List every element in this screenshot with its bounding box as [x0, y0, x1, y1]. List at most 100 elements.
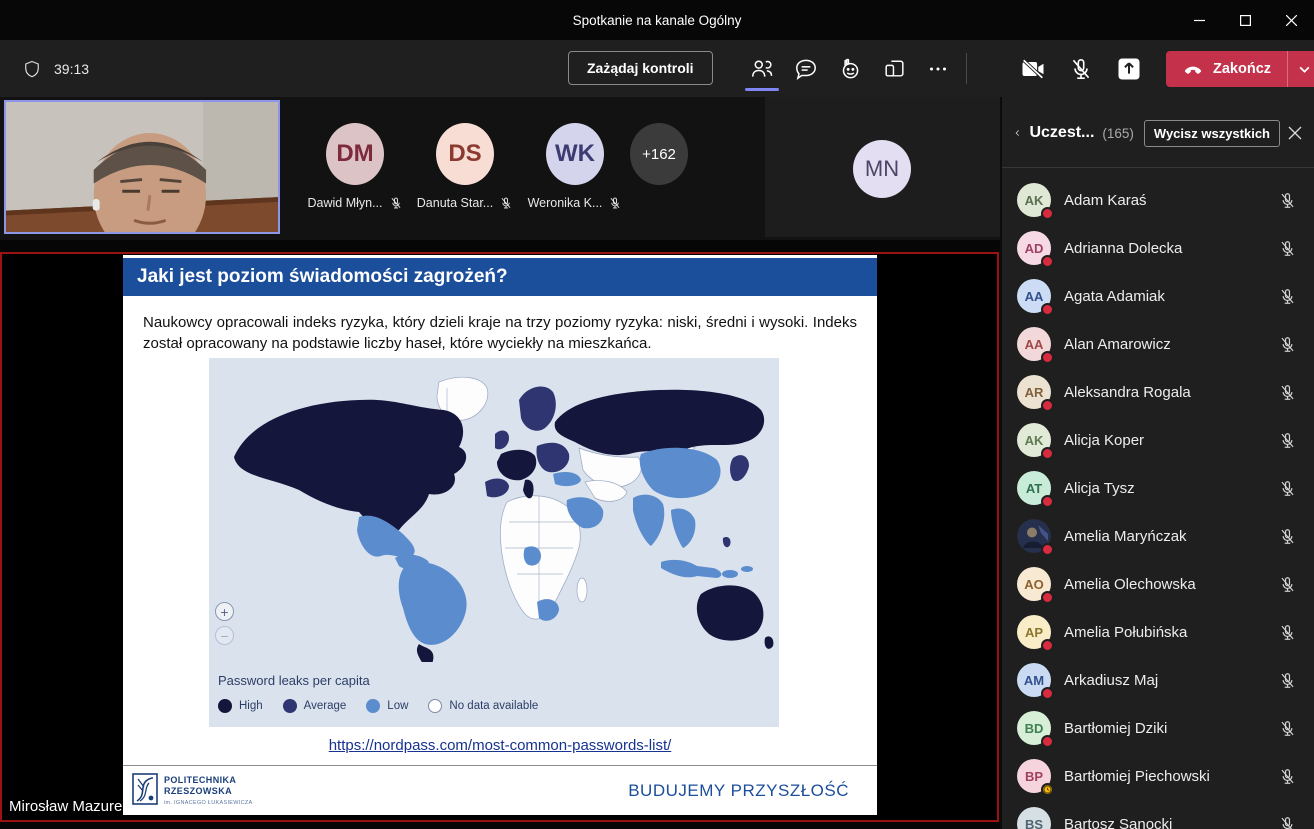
breakout-rooms-icon[interactable] — [880, 55, 908, 83]
avatar-initials: BP — [1025, 769, 1043, 784]
avatar: AD — [1017, 231, 1051, 265]
source-link[interactable]: https://nordpass.com/most-common-passwor… — [329, 737, 672, 754]
overflow-count-bubble[interactable]: +162 — [630, 123, 688, 185]
participant-row[interactable]: AM Arkadiusz Maj — [1002, 656, 1314, 704]
logo-text-line2: RZESZOWSKA — [164, 786, 252, 797]
close-button[interactable] — [1268, 0, 1314, 40]
choropleth-map — [209, 362, 779, 662]
map-zoom-out-button[interactable]: − — [215, 626, 234, 645]
mic-off-icon — [389, 196, 403, 210]
share-screen-icon[interactable] — [1115, 55, 1143, 83]
spotlight-tile[interactable]: MN — [765, 97, 1000, 237]
university-emblem-icon — [132, 773, 158, 805]
filmstrip-participant-tile[interactable]: WK Weronika K... — [520, 97, 630, 240]
active-speaker-video[interactable] — [4, 100, 280, 234]
filmstrip-participant-tile[interactable]: DM Dawid Młyn... — [300, 97, 410, 240]
presence-badge — [1041, 207, 1054, 220]
participant-row[interactable]: AA Alan Amarowicz — [1002, 320, 1314, 368]
chat-icon[interactable] — [792, 55, 820, 83]
reactions-icon[interactable] — [836, 55, 864, 83]
participant-row[interactable]: Amelia Maryńczak — [1002, 512, 1314, 560]
avatar-initials: AR — [1025, 385, 1044, 400]
participant-name: Bartłomiej Piechowski — [1064, 768, 1278, 785]
slide-title-band: Jaki jest poziom świadomości zagrożeń? — [123, 258, 877, 296]
participant-row[interactable]: BD Bartłomiej Dziki — [1002, 704, 1314, 752]
mic-off-icon — [608, 196, 622, 210]
participant-name: Arkadiusz Maj — [1064, 672, 1278, 689]
logo-text-line1: POLITECHNIKA — [164, 775, 252, 786]
request-control-button[interactable]: Zażądaj kontroli — [568, 51, 713, 85]
back-chevron-icon[interactable] — [1014, 125, 1021, 141]
webcam-video-feed — [6, 102, 278, 232]
participant-name: Alan Amarowicz — [1064, 336, 1278, 353]
avatar: AO — [1017, 567, 1051, 601]
mic-off-icon — [1278, 191, 1297, 210]
participant-name: Danuta Star... — [417, 196, 493, 210]
avatar-initials: BD — [1025, 721, 1044, 736]
avatar-initials: AA — [1025, 337, 1044, 352]
maximize-button[interactable] — [1222, 0, 1268, 40]
shield-icon — [22, 59, 42, 79]
participant-name: Bartosz Sanocki — [1064, 816, 1278, 829]
end-call-button[interactable]: Zakończ — [1166, 51, 1287, 87]
slide-body-text: Naukowcy opracowali indeks ryzyka, który… — [143, 313, 857, 354]
presence-badge — [1041, 447, 1054, 460]
mic-off-icon — [1278, 815, 1297, 829]
presence-badge — [1041, 543, 1054, 556]
mic-off-icon — [1278, 575, 1297, 594]
filmstrip-participant-tile[interactable]: DS Danuta Star... — [410, 97, 520, 240]
presence-badge — [1041, 735, 1054, 748]
participant-row[interactable]: AR Aleksandra Rogala — [1002, 368, 1314, 416]
participant-name: Bartłomiej Dziki — [1064, 720, 1278, 737]
avatar-initials: AD — [1025, 241, 1044, 256]
mute-all-button[interactable]: Wycisz wszystkich — [1144, 120, 1280, 147]
screen-share-frame: Jaki jest poziom świadomości zagrożeń? N… — [0, 252, 999, 822]
avatar-initials: BS — [1025, 817, 1043, 829]
map-legend: High Average Low No data available — [218, 699, 538, 713]
mic-off-icon[interactable] — [1067, 55, 1095, 83]
mic-off-icon — [1278, 383, 1297, 402]
participants-icon[interactable] — [748, 55, 776, 83]
avatar-initials: AM — [1024, 673, 1044, 688]
participant-row[interactable]: BP Bartłomiej Piechowski — [1002, 752, 1314, 800]
map-zoom-in-button[interactable]: + — [215, 602, 234, 621]
mic-off-icon — [1278, 239, 1297, 258]
avatar: AT — [1017, 471, 1051, 505]
participant-name: Weronika K... — [528, 196, 603, 210]
minimize-button[interactable] — [1176, 0, 1222, 40]
more-options-icon[interactable] — [924, 55, 952, 83]
toolbar-separator — [966, 53, 967, 84]
participant-row[interactable]: AP Amelia Połubińska — [1002, 608, 1314, 656]
participant-row[interactable]: AT Alicja Tysz — [1002, 464, 1314, 512]
participant-row[interactable]: AD Adrianna Dolecka — [1002, 224, 1314, 272]
window-titlebar: Spotkanie na kanale Ogólny — [0, 0, 1314, 40]
presenter-name-label: Mirosław Mazurek — [9, 798, 130, 815]
legend-label: No data available — [449, 700, 538, 712]
participant-row[interactable]: BS Bartosz Sanocki — [1002, 800, 1314, 829]
participant-name: Agata Adamiak — [1064, 288, 1278, 305]
presence-badge — [1041, 783, 1054, 796]
legend-color-dot — [283, 699, 297, 713]
avatar: MN — [853, 140, 911, 198]
participant-row[interactable]: AK Adam Karaś — [1002, 176, 1314, 224]
avatar-initials: WK — [555, 140, 595, 168]
avatar-initials: AK — [1025, 433, 1044, 448]
avatar: BS — [1017, 807, 1051, 829]
mic-off-icon — [1278, 287, 1297, 306]
participant-row[interactable]: AA Agata Adamiak — [1002, 272, 1314, 320]
legend-item: No data available — [428, 699, 538, 713]
meeting-toolbar: 39:13 Zażądaj kontroli — [0, 40, 1314, 97]
mic-off-icon — [1278, 719, 1297, 738]
avatar: BD — [1017, 711, 1051, 745]
phone-hangup-icon — [1182, 58, 1204, 80]
participant-row[interactable]: AK Alicja Koper — [1002, 416, 1314, 464]
avatar: AA — [1017, 327, 1051, 361]
presence-badge — [1041, 687, 1054, 700]
avatar-initials: DM — [336, 140, 373, 168]
camera-off-icon[interactable] — [1019, 55, 1047, 83]
close-panel-icon[interactable] — [1288, 121, 1302, 145]
presentation-slide: Jaki jest poziom świadomości zagrożeń? N… — [123, 255, 877, 815]
participant-row[interactable]: AO Amelia Olechowska — [1002, 560, 1314, 608]
participants-header: Uczest... (165) Wycisz wszystkich — [1002, 97, 1314, 159]
end-call-options-chevron[interactable] — [1287, 51, 1314, 87]
